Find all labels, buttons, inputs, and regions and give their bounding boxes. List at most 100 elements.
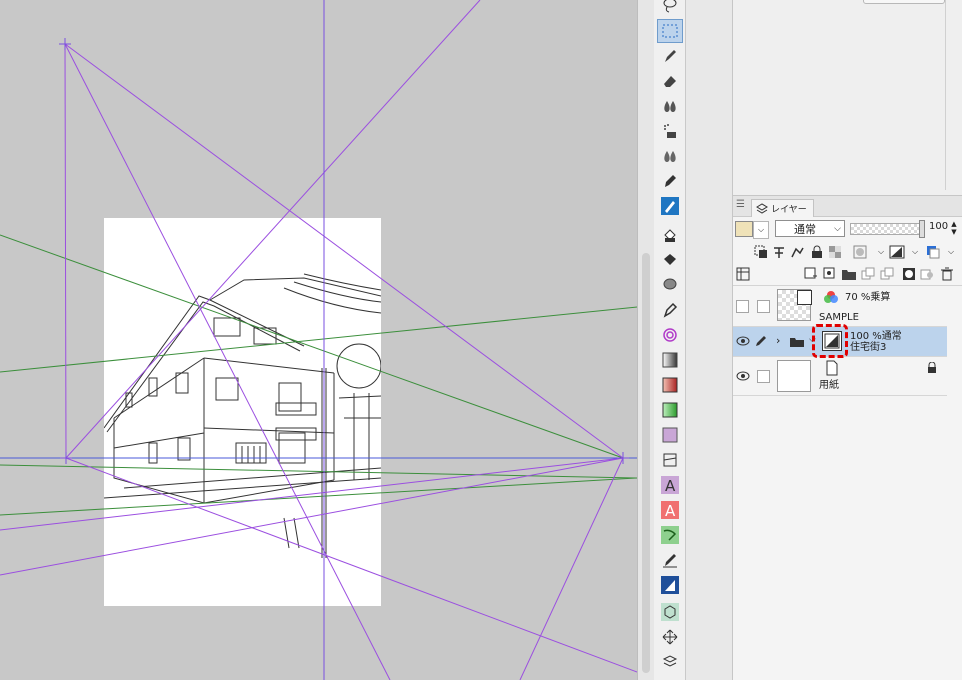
correct-line-icon[interactable] [658, 574, 682, 596]
trash-icon[interactable] [939, 266, 955, 282]
decoration-brush-icon[interactable] [658, 195, 682, 217]
balloon-text-icon[interactable]: A [658, 499, 682, 521]
new-vector-layer-icon[interactable] [822, 266, 838, 282]
gradient-icon[interactable] [658, 349, 682, 371]
airbrush-icon[interactable] [658, 120, 682, 142]
eye-icon[interactable] [736, 334, 750, 348]
new-raster-layer-icon[interactable] [803, 266, 819, 282]
layer-list-view-icon[interactable] [735, 266, 751, 282]
layer-thumbnail [777, 360, 811, 392]
layer-color-icon[interactable] [889, 244, 905, 260]
canvas-scrollbar[interactable] [637, 0, 655, 680]
perspective-guide-line-green [0, 306, 637, 373]
move-icon[interactable] [658, 626, 682, 648]
pencil-icon[interactable] [754, 334, 768, 348]
paper-icon [826, 360, 838, 376]
perspective-guide-line-green [0, 234, 624, 459]
clip-icon[interactable] [753, 244, 769, 260]
folder-icon [790, 338, 804, 347]
blend-mode-value: 通常 [794, 223, 816, 236]
lock-icon[interactable] [809, 244, 825, 260]
layer-blend-text: 70 %乗算 [845, 292, 891, 303]
reference-layer-icon[interactable] [771, 244, 787, 260]
edit-target-checkbox[interactable] [757, 370, 770, 383]
canvas-area[interactable] [0, 0, 637, 680]
chevron-down-icon[interactable]: ⌵ [943, 244, 959, 260]
eraser-icon[interactable] [658, 70, 682, 92]
opacity-slider-handle[interactable] [919, 220, 925, 238]
lock-transparent-icon[interactable] [827, 244, 843, 260]
highlight-box [812, 324, 848, 358]
pen-icon[interactable] [658, 45, 682, 67]
ruler-pen-icon[interactable] [658, 549, 682, 571]
eye-icon[interactable] [736, 369, 750, 383]
svg-text:A: A [665, 502, 676, 519]
layer-blend-text: 100 %通常 [850, 331, 902, 342]
rect-select-icon[interactable] [657, 19, 683, 43]
opacity-value[interactable]: 100 [929, 221, 951, 236]
new-folder-icon[interactable] [841, 266, 857, 282]
mask-create-icon[interactable] [901, 266, 917, 282]
layer-color-swatch[interactable] [735, 221, 753, 237]
perspective-guide-line-purple [64, 43, 67, 459]
perspective-ruler-overlay[interactable] [0, 0, 637, 680]
layer-move-icon[interactable] [658, 651, 682, 673]
apply-mask-icon[interactable] [919, 266, 935, 282]
gradient-green-icon[interactable] [658, 399, 682, 421]
spiral-icon[interactable] [658, 324, 682, 346]
draft-layer-icon[interactable] [789, 244, 805, 260]
layer-tools-row: ⌵ ⌵ ⌵ [733, 242, 962, 264]
layer-row-sample[interactable]: 70 %乗算 SAMPLE [733, 286, 947, 327]
transfer-layer-icon[interactable] [860, 266, 876, 282]
vector-pen-icon[interactable] [658, 299, 682, 321]
upper-panel-scrollbar[interactable] [945, 0, 956, 190]
layer-panel: ☰ レイヤー ⌵ 通常 ⌵ 100 ▲ ▼ ⌵ ⌵ ⌵ 70 %乗算 SAMPL… [732, 196, 962, 680]
balloon-icon[interactable] [658, 524, 682, 546]
paint-bucket-icon[interactable] [658, 249, 682, 271]
chevron-down-icon: ⌵ [834, 224, 841, 234]
fill-icon[interactable] [658, 224, 682, 246]
svg-text:A: A [665, 477, 676, 494]
layers-icon [756, 202, 768, 214]
3d-object-icon[interactable] [658, 601, 682, 623]
chevron-down-icon[interactable]: ⌵ [873, 244, 889, 260]
panel-button[interactable] [863, 0, 945, 4]
layer-name: 用紙 [819, 380, 839, 391]
layer-property-row: ⌵ 通常 ⌵ 100 ▲ ▼ [733, 219, 962, 241]
tab-layer[interactable]: レイヤー [751, 199, 814, 217]
text-icon[interactable]: A [658, 474, 682, 496]
visibility-checkbox[interactable] [736, 300, 749, 313]
marker-icon[interactable] [658, 170, 682, 192]
frame-border-icon[interactable] [658, 449, 682, 471]
tab-layer-label: レイヤー [771, 205, 807, 215]
perspective-guide-line-purple [519, 457, 624, 680]
perspective-guide-line-purple [0, 457, 624, 576]
lasso-icon[interactable] [658, 0, 682, 16]
scroll-thumb[interactable] [642, 253, 650, 673]
perspective-guide-line-green [0, 477, 637, 516]
merge-layer-icon[interactable] [879, 266, 895, 282]
fill-square-icon[interactable] [658, 424, 682, 446]
perspective-guide-line-purple [64, 43, 624, 459]
edit-target-checkbox[interactable] [757, 300, 770, 313]
layer-row-paper[interactable]: 用紙 [733, 357, 947, 396]
gradient-red-icon[interactable] [658, 374, 682, 396]
opacity-slider[interactable] [850, 223, 922, 235]
panel-gap [686, 0, 732, 680]
expand-chevron-icon[interactable]: › [776, 334, 780, 347]
layer-tabbar: ☰ レイヤー [733, 196, 962, 217]
upper-panel [732, 0, 962, 196]
blend-icon[interactable] [658, 145, 682, 167]
chevron-down-icon[interactable]: ⌵ [753, 221, 769, 239]
lock-icon [928, 362, 936, 373]
blend-drops-icon[interactable] [658, 95, 682, 117]
layer-operations-row [733, 265, 962, 286]
panel-menu-icon[interactable]: ☰ [736, 199, 745, 210]
layer-color-select[interactable] [925, 244, 941, 260]
color-layer-icon [824, 291, 838, 303]
chevron-down-icon[interactable]: ⌵ [907, 244, 923, 260]
blend-mode-select[interactable]: 通常 ⌵ [775, 220, 845, 237]
mask-icon[interactable] [853, 244, 869, 260]
opacity-spinner[interactable]: ▲ ▼ [949, 220, 959, 237]
gradient-lasso-icon[interactable] [658, 274, 682, 296]
